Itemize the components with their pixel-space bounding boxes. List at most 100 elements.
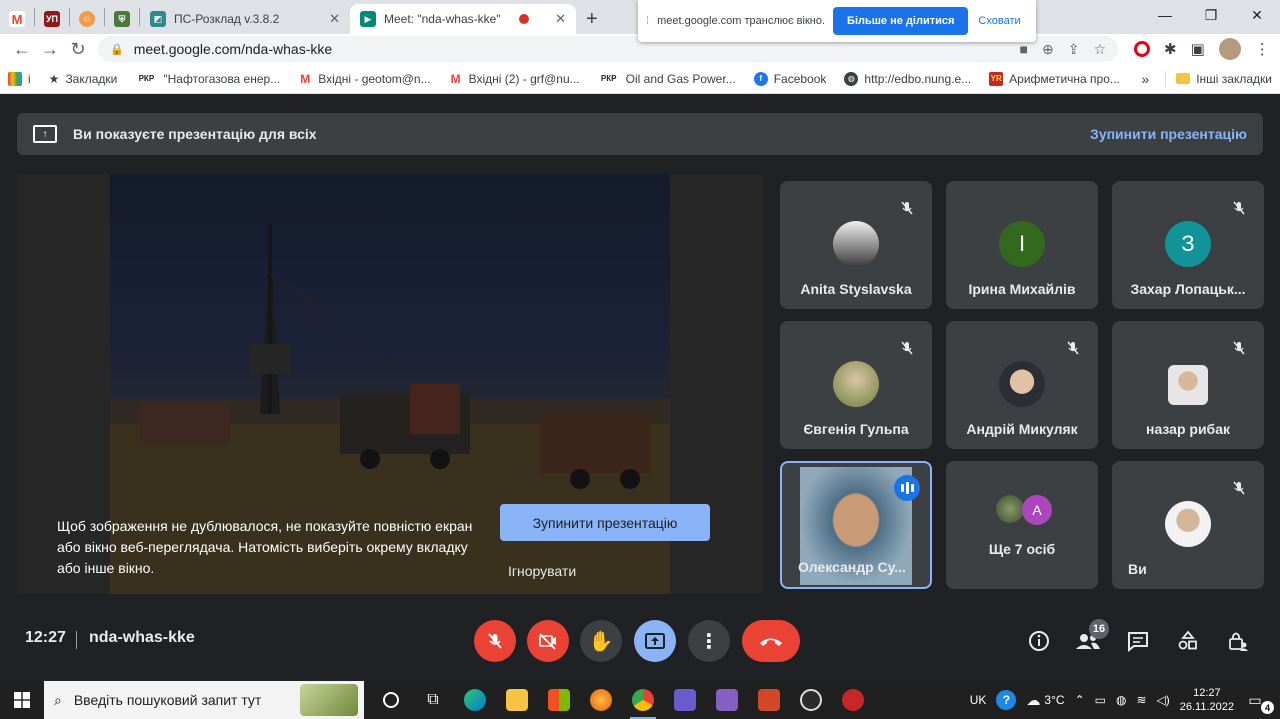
taskbar-app[interactable] (622, 681, 664, 719)
drag-handle-icon[interactable]: ⁞ (646, 15, 649, 27)
opera-icon[interactable] (1134, 41, 1150, 57)
tab-smiley[interactable]: ☺ (70, 4, 104, 34)
bookmark-item[interactable]: РКР Oil and Gas Power... (597, 71, 736, 86)
close-window-icon[interactable]: ✕ (1234, 0, 1280, 30)
bookmark-item[interactable]: РКР "Нафтогазова енер... (135, 71, 280, 86)
wifi-icon[interactable]: ≋ (1136, 693, 1146, 707)
stop-presenting-link[interactable]: Зупинити презентацію (1090, 126, 1247, 142)
task-view-icon: ⧉ (427, 691, 439, 708)
weather-temp[interactable]: 3°C (1044, 693, 1064, 707)
raise-hand-button[interactable]: ✋ (580, 620, 622, 662)
taskbar-app[interactable] (664, 681, 706, 719)
reload-icon[interactable]: ↻ (64, 39, 92, 60)
chevron-up-icon[interactable]: ⌃ (1075, 693, 1085, 707)
taskbar-app[interactable] (790, 681, 832, 719)
bookmark-apps[interactable]: і (8, 71, 31, 86)
close-icon[interactable]: ✕ (547, 11, 566, 27)
tab-gmail[interactable]: M (0, 4, 34, 34)
camera-toggle-button[interactable] (527, 620, 569, 662)
meeting-code: nda-whas-kke (89, 629, 195, 646)
hide-button[interactable]: Сховати (978, 15, 1020, 27)
taskbar-app[interactable]: ⧉ (412, 681, 454, 719)
chat-icon (1128, 632, 1148, 652)
tab-schedule[interactable]: ◩ ПС-Розклад v.3.8.2 ✕ (140, 4, 350, 34)
help-icon[interactable]: ? (996, 690, 1017, 710)
gmail-icon: M (298, 71, 313, 86)
more-options-button[interactable]: ⋮ (688, 620, 730, 662)
sidepanel-icon[interactable]: ▣ (1191, 40, 1205, 58)
bookmark-item[interactable]: f Facebook (753, 71, 826, 86)
taskbar-app[interactable] (580, 681, 622, 719)
star-icon: ★ (48, 71, 60, 86)
stop-presentation-button[interactable]: Зупинити презентацію (500, 504, 710, 541)
new-tab-button[interactable]: + (576, 4, 608, 34)
leave-call-button[interactable] (742, 620, 800, 662)
taskbar-app[interactable] (454, 681, 496, 719)
taskbar-app[interactable] (832, 681, 874, 719)
mic-icon[interactable]: ◍ (1116, 693, 1126, 707)
bookmark-item[interactable]: ◍ http://edbo.nung.e... (844, 71, 971, 86)
taskbar-apps: ⧉ (370, 681, 874, 719)
back-icon[interactable]: ← (8, 39, 36, 60)
meeting-info-button[interactable] (1025, 627, 1053, 655)
bookmark-item[interactable]: M Вхідні (2) - grf@nu... (448, 71, 580, 86)
clock[interactable]: 12:27 26.11.2022 (1180, 686, 1234, 714)
mic-off-icon (896, 337, 918, 359)
zoom-icon[interactable]: ⊕ (1042, 41, 1054, 58)
participant-tile-more[interactable]: A Ще 7 осіб (946, 461, 1098, 589)
participant-grid: Anita Styslavska І Ірина Михайлів З Заха… (780, 181, 1264, 589)
participant-tile[interactable]: Anita Styslavska (780, 181, 932, 309)
gmail-icon: M (9, 11, 25, 27)
host-controls-button[interactable] (1224, 627, 1252, 655)
taskbar-app[interactable] (706, 681, 748, 719)
participant-tile[interactable]: І Ірина Михайлів (946, 181, 1098, 309)
minimize-icon[interactable]: — (1142, 0, 1188, 30)
participant-tile[interactable]: Євгенія Гульпа (780, 321, 932, 449)
bookmark-folder[interactable]: ★ Закладки (49, 72, 118, 86)
taskbar-search-input[interactable]: ⌕ Введіть пошуковий запит тут (44, 681, 364, 719)
close-icon[interactable]: ✕ (321, 11, 340, 27)
taskbar-app[interactable] (538, 681, 580, 719)
language-indicator[interactable]: UK (970, 693, 987, 707)
participant-tile-self[interactable]: Ви (1112, 461, 1264, 589)
chat-button[interactable] (1124, 627, 1152, 655)
ignore-button[interactable]: Ігнорувати (508, 563, 576, 579)
extensions: ✱ ▣ ⋮ (1134, 38, 1270, 60)
tab-meet[interactable]: ▶ Meet: "nda-whas-kke" ✕ (350, 4, 576, 34)
speaking-indicator-icon (894, 475, 920, 501)
bookmark-item[interactable]: M Вхідні - geotom@n... (298, 71, 431, 86)
meeting-time: 12:27 (25, 629, 66, 646)
participant-tile-speaking[interactable]: Олександр Су... (780, 461, 932, 589)
activities-button[interactable] (1174, 627, 1202, 655)
stop-sharing-button[interactable]: Більше не ділитися (833, 7, 969, 35)
visual-studio-icon (716, 689, 738, 711)
tab-crest[interactable]: ⛨ (105, 4, 139, 34)
participant-tile[interactable]: назар рибак (1112, 321, 1264, 449)
bookmark-item[interactable]: YR Арифметична про... (989, 71, 1120, 86)
menu-icon[interactable]: ⋮ (1255, 40, 1270, 58)
tab-up[interactable]: УП (35, 4, 69, 34)
window-controls: — ❐ ✕ (1142, 0, 1280, 30)
start-button[interactable] (0, 681, 44, 719)
duplicate-warning-text: Щоб зображення не дублювалося, не показу… (57, 518, 473, 576)
tab-title: ПС-Розклад v.3.8.2 (174, 12, 280, 26)
other-bookmarks[interactable]: Інші закладки (1196, 72, 1272, 86)
taskbar-app[interactable] (496, 681, 538, 719)
camera-icon[interactable]: ■ (1020, 41, 1028, 58)
more-bookmarks-icon[interactable]: » (1141, 71, 1149, 87)
participant-tile[interactable]: Андрій Микуляк (946, 321, 1098, 449)
volume-icon[interactable]: ◁) (1157, 693, 1170, 707)
maximize-icon[interactable]: ❐ (1188, 0, 1234, 30)
mic-toggle-button[interactable] (474, 620, 516, 662)
puzzle-icon[interactable]: ✱ (1164, 40, 1177, 58)
star-icon[interactable]: ☆ (1093, 41, 1106, 58)
network-icon[interactable]: ▭ (1095, 693, 1106, 707)
share-icon[interactable]: ⇪ (1068, 41, 1080, 58)
taskbar-app[interactable] (748, 681, 790, 719)
present-button[interactable] (634, 620, 676, 662)
task-view-button[interactable] (370, 681, 412, 719)
notifications-button[interactable]: ▭ 4 (1248, 688, 1274, 714)
participant-tile[interactable]: З Захар Лопацьк... (1112, 181, 1264, 309)
forward-icon[interactable]: → (36, 39, 64, 60)
profile-avatar[interactable] (1218, 38, 1241, 60)
